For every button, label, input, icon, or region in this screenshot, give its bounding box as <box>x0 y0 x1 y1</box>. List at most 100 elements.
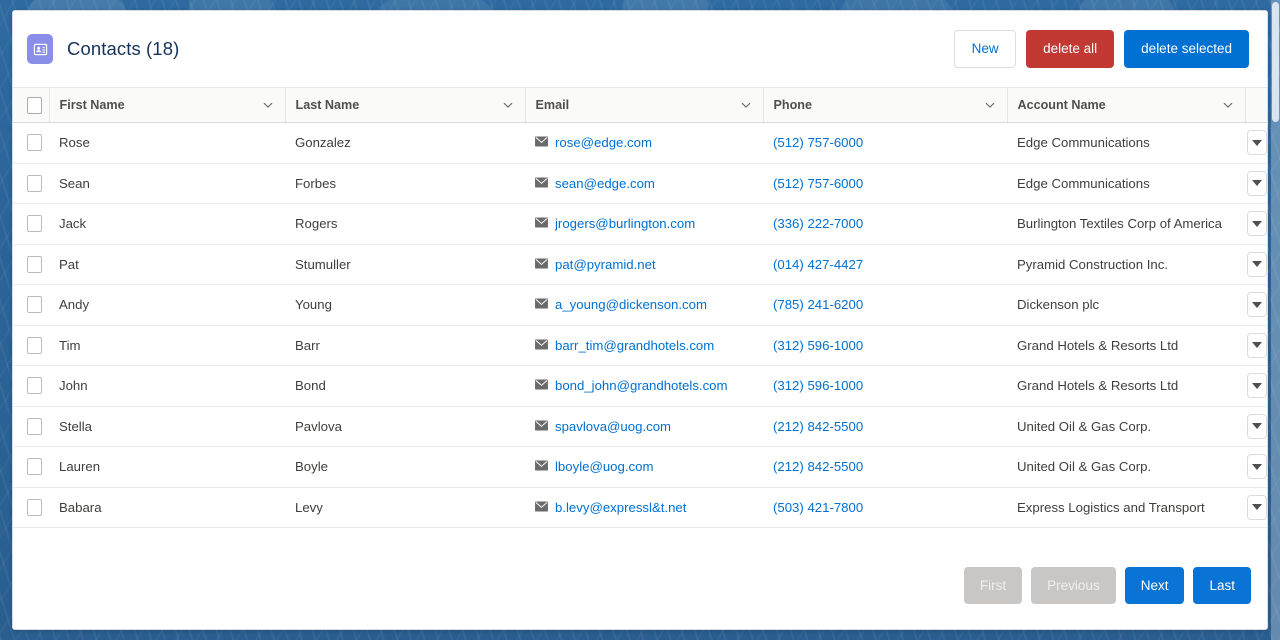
column-header-account-name[interactable]: Account Name <box>1007 88 1245 123</box>
cell-last-name: Bond <box>285 366 525 407</box>
cell-row-actions <box>1245 163 1267 204</box>
row-checkbox[interactable] <box>27 256 42 273</box>
delete-all-button[interactable]: delete all <box>1026 30 1114 68</box>
phone-link[interactable]: (512) 757-6000 <box>773 135 863 150</box>
row-actions-button[interactable] <box>1247 130 1267 155</box>
table-row[interactable]: LaurenBoylelboyle@uog.com(212) 842-5500U… <box>13 447 1267 488</box>
phone-link[interactable]: (212) 842-5500 <box>773 419 863 434</box>
row-actions-button[interactable] <box>1247 454 1267 479</box>
email-link[interactable]: barr_tim@grandhotels.com <box>555 338 714 353</box>
email-link[interactable]: lboyle@uog.com <box>555 459 653 474</box>
table-header-row: First Name Last Name <box>13 88 1267 123</box>
caret-down-icon <box>1252 464 1262 470</box>
table-row[interactable]: JackRogers jrogers@burlington.com (336) 22… <box>13 204 1267 245</box>
cell-email: sean@edge.com <box>525 163 763 204</box>
email-link[interactable]: spavlova@uog.com <box>555 419 671 434</box>
column-header-last-name[interactable]: Last Name <box>285 88 525 123</box>
chevron-down-icon[interactable] <box>983 98 997 112</box>
phone-link[interactable]: (785) 241-6200 <box>773 297 863 312</box>
chevron-down-icon[interactable] <box>1221 98 1235 112</box>
row-actions-button[interactable] <box>1247 373 1267 398</box>
select-all-checkbox[interactable] <box>27 97 42 114</box>
envelope-icon <box>535 135 548 150</box>
email-link[interactable]: jrogers@burlington.com <box>555 216 695 231</box>
phone-link[interactable]: (336) 222-7000 <box>773 216 863 231</box>
row-checkbox[interactable] <box>27 215 42 232</box>
cell-account-name: Grand Hotels & Resorts Ltd <box>1007 325 1245 366</box>
pagination-last-button[interactable]: Last <box>1193 567 1251 605</box>
row-actions-button[interactable] <box>1247 495 1267 520</box>
cell-phone: (512) 757-6000 <box>763 163 1007 204</box>
column-label-email: Email <box>536 98 570 112</box>
row-checkbox[interactable] <box>27 134 42 151</box>
cell-last-name: Rogers <box>285 204 525 245</box>
table-row[interactable]: BabaraLevyb.levy@expressl&t.net(503) 421… <box>13 487 1267 528</box>
cell-first-name: Jack <box>49 204 285 245</box>
row-checkbox[interactable] <box>27 337 42 354</box>
column-header-email[interactable]: Email <box>525 88 763 123</box>
phone-link[interactable]: (212) 842-5500 <box>773 459 863 474</box>
email-link[interactable]: rose@edge.com <box>555 135 652 150</box>
envelope-icon <box>535 297 548 312</box>
envelope-icon <box>535 257 548 272</box>
table-row[interactable]: RoseGonzalezrose@edge.com(512) 757-6000E… <box>13 123 1267 164</box>
cell-email: a_young@dickenson.com <box>525 285 763 326</box>
row-checkbox[interactable] <box>27 296 42 313</box>
envelope-icon <box>535 176 548 191</box>
row-checkbox[interactable] <box>27 418 42 435</box>
table-row[interactable]: StellaPavlovaspavlova@uog.com(212) 842-5… <box>13 406 1267 447</box>
cell-phone: (212) 842-5500 <box>763 406 1007 447</box>
email-link[interactable]: pat@pyramid.net <box>555 257 656 272</box>
row-actions-button[interactable] <box>1247 171 1267 196</box>
table-row[interactable]: AndyYounga_young@dickenson.com(785) 241-… <box>13 285 1267 326</box>
cell-first-name: Pat <box>49 244 285 285</box>
table-body: RoseGonzalezrose@edge.com(512) 757-6000E… <box>13 123 1267 528</box>
row-checkbox[interactable] <box>27 175 42 192</box>
column-header-first-name[interactable]: First Name <box>49 88 285 123</box>
caret-down-icon <box>1252 302 1262 308</box>
pagination-previous-button[interactable]: Previous <box>1031 567 1116 605</box>
row-actions-button[interactable] <box>1247 292 1267 317</box>
row-select-cell <box>13 244 49 285</box>
row-select-cell <box>13 366 49 407</box>
row-select-cell <box>13 447 49 488</box>
table-row[interactable]: SeanForbessean@edge.com(512) 757-6000Edg… <box>13 163 1267 204</box>
cell-last-name: Levy <box>285 487 525 528</box>
chevron-down-icon[interactable] <box>739 98 753 112</box>
email-link[interactable]: bond_john@grandhotels.com <box>555 378 728 393</box>
pagination-next-button[interactable]: Next <box>1125 567 1185 605</box>
table-row[interactable]: TimBarrbarr_tim@grandhotels.com(312) 596… <box>13 325 1267 366</box>
row-actions-button[interactable] <box>1247 414 1267 439</box>
row-checkbox[interactable] <box>27 458 42 475</box>
row-actions-button[interactable] <box>1247 252 1267 277</box>
new-button[interactable]: New <box>954 30 1016 68</box>
page-scrollbar-thumb[interactable] <box>1272 2 1279 122</box>
email-link[interactable]: a_young@dickenson.com <box>555 297 707 312</box>
table-head: First Name Last Name <box>13 88 1267 123</box>
chevron-down-icon[interactable] <box>261 98 275 112</box>
delete-selected-button[interactable]: delete selected <box>1124 30 1249 68</box>
column-label-phone: Phone <box>774 98 812 112</box>
row-checkbox[interactable] <box>27 499 42 516</box>
email-link[interactable]: sean@edge.com <box>555 176 655 191</box>
phone-link[interactable]: (014) 427-4427 <box>773 257 863 272</box>
phone-link[interactable]: (503) 421-7800 <box>773 500 863 515</box>
table-row[interactable]: JohnBondbond_john@grandhotels.com(312) 5… <box>13 366 1267 407</box>
phone-link[interactable]: (312) 596-1000 <box>773 338 863 353</box>
cell-email: pat@pyramid.net <box>525 244 763 285</box>
row-checkbox[interactable] <box>27 377 42 394</box>
caret-down-icon <box>1252 423 1262 429</box>
cell-phone: (312) 596-1000 <box>763 325 1007 366</box>
phone-link[interactable]: (512) 757-6000 <box>773 176 863 191</box>
pagination-first-button[interactable]: First <box>964 567 1022 605</box>
column-header-phone[interactable]: Phone <box>763 88 1007 123</box>
phone-link[interactable]: (312) 596-1000 <box>773 378 863 393</box>
cell-phone: (503) 421-7800 <box>763 487 1007 528</box>
caret-down-icon <box>1252 261 1262 267</box>
row-actions-button[interactable] <box>1247 333 1267 358</box>
pagination-bar: First Previous Next Last <box>13 542 1267 629</box>
email-link[interactable]: b.levy@expressl&t.net <box>555 500 686 515</box>
chevron-down-icon[interactable] <box>501 98 515 112</box>
row-actions-button[interactable] <box>1247 211 1267 236</box>
table-row[interactable]: PatStumullerpat@pyramid.net(014) 427-442… <box>13 244 1267 285</box>
